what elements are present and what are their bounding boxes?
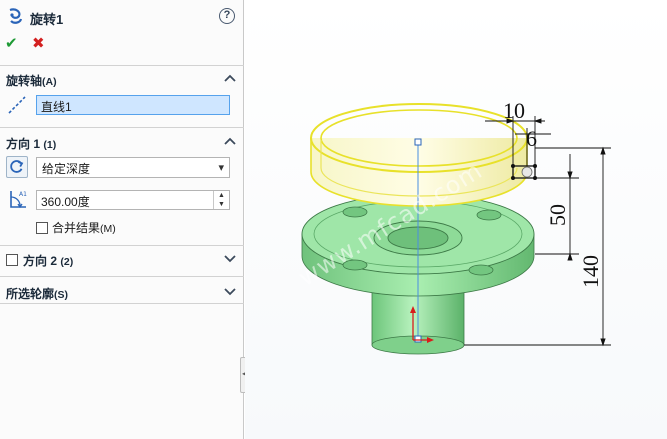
spin-up-icon[interactable]: ▲ — [214, 191, 229, 200]
graphics-viewport[interactable]: 10 6 50 140 www.mfcad.com — [245, 0, 667, 439]
chevron-up-icon[interactable] — [224, 136, 236, 146]
chevron-down-icon: ▾ — [218, 162, 224, 174]
ok-button[interactable]: ✔ — [5, 36, 18, 52]
axis-group-shortcut: (A) — [42, 76, 57, 88]
selected-contours-shortcut: (S) — [54, 289, 69, 301]
angle-icon: A1 — [10, 191, 27, 209]
revolve-feature-icon — [9, 8, 23, 24]
axis-group-header[interactable]: 旋转轴(A) — [0, 68, 244, 90]
direction1-group-header[interactable]: 方向 1 (1) — [0, 131, 244, 153]
divider — [0, 276, 244, 277]
merge-result-checkbox[interactable] — [36, 222, 48, 234]
model-view[interactable]: 10 6 50 140 — [245, 0, 667, 439]
angle-value: 360.00度 — [41, 195, 90, 209]
cancel-button[interactable]: ✖ — [32, 36, 45, 52]
feature-title-bar: 旋转1 ? — [0, 0, 244, 32]
chevron-down-icon[interactable] — [224, 286, 236, 296]
dim-140[interactable]: 140 — [578, 255, 603, 288]
svg-text:A1: A1 — [19, 191, 27, 198]
end-condition-select[interactable]: 给定深度 ▾ — [36, 157, 230, 178]
axis-selection-box[interactable]: 直线1 — [36, 95, 230, 115]
axis-endpoint-top[interactable] — [414, 138, 422, 146]
action-row: ✔ ✖ — [0, 34, 244, 56]
end-condition-value: 给定深度 — [42, 162, 91, 176]
help-icon[interactable]: ? — [219, 8, 235, 24]
divider — [0, 65, 244, 66]
selected-contours-header[interactable]: 所选轮廓(S) — [0, 281, 244, 303]
axis-line-icon — [8, 96, 26, 114]
spinner-buttons[interactable]: ▲ ▼ — [213, 191, 229, 209]
feature-title: 旋转1 — [30, 12, 64, 27]
merge-result-row[interactable]: 合并结果(M) — [36, 219, 116, 235]
direction2-label: 方向 2 — [23, 254, 58, 268]
direction2-checkbox[interactable] — [6, 254, 18, 266]
dim-6[interactable]: 6 — [526, 126, 537, 151]
angle-input[interactable]: 360.00度 ▲ ▼ — [36, 190, 230, 210]
direction2-shortcut: (2) — [60, 256, 74, 268]
reverse-direction-icon[interactable] — [6, 156, 28, 178]
divider — [0, 303, 244, 304]
chevron-up-icon[interactable] — [224, 73, 236, 83]
spin-down-icon[interactable]: ▼ — [214, 200, 229, 209]
merge-result-label: 合并结果 — [52, 221, 101, 235]
chevron-down-icon[interactable] — [224, 253, 236, 263]
selected-contours-label: 所选轮廓 — [6, 287, 55, 301]
dim-50[interactable]: 50 — [545, 204, 570, 226]
divider — [0, 127, 244, 128]
axis-endpoint-bottom[interactable] — [414, 335, 422, 343]
merge-result-shortcut: (M) — [100, 223, 116, 235]
divider — [0, 245, 244, 246]
dim-10[interactable]: 10 — [503, 98, 525, 123]
axis-group-label: 旋转轴 — [6, 74, 43, 88]
direction1-label: 方向 1 — [6, 137, 41, 151]
direction1-shortcut: (1) — [43, 139, 57, 151]
direction2-group-header[interactable]: 方向 2 (2) — [0, 248, 244, 270]
property-manager: 旋转1 ? ✔ ✖ 旋转轴(A) 直线1 方向 1 (1) 给定深度 ▾ A1 … — [0, 0, 244, 439]
